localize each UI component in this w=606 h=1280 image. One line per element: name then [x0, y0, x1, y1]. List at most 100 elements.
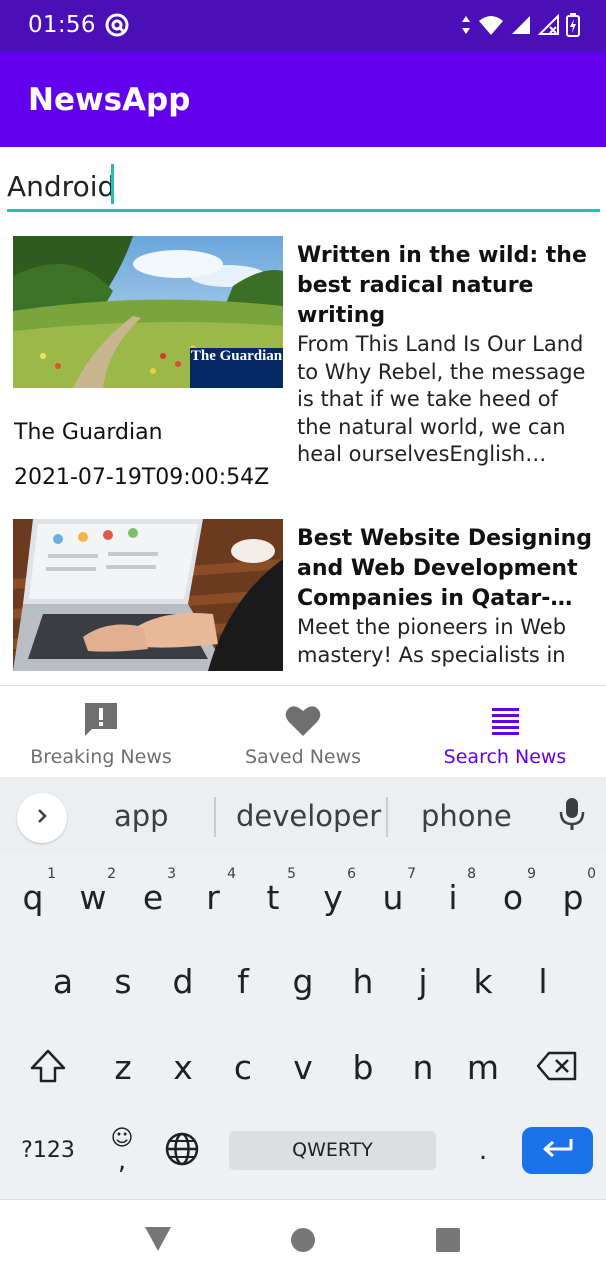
system-navigation-bar — [0, 1199, 606, 1280]
key-m[interactable]: m — [453, 1033, 513, 1103]
key-q[interactable]: q1 — [3, 863, 63, 933]
key-hint: 9 — [527, 866, 536, 882]
key-label: e — [142, 878, 164, 917]
key-label: z — [114, 1048, 132, 1087]
microphone-icon[interactable] — [558, 797, 586, 836]
list-icon — [485, 700, 525, 745]
search-input[interactable] — [7, 164, 567, 208]
search-field[interactable] — [7, 160, 600, 212]
key-e[interactable]: e3 — [123, 863, 183, 933]
key-t[interactable]: t5 — [243, 863, 303, 933]
key-label: y — [323, 878, 343, 917]
chevron-right-icon — [33, 807, 51, 830]
key-label: q — [22, 878, 44, 917]
article-source: The Guardian — [14, 420, 163, 445]
symbols-key[interactable]: ?123 — [10, 1127, 86, 1174]
space-key[interactable]: QWERTY — [229, 1131, 436, 1170]
nav-label: Saved News — [244, 746, 362, 768]
period-key[interactable]: . — [465, 1127, 501, 1174]
key-p[interactable]: p0 — [543, 863, 603, 933]
article-description: Meet the pioneers in Web mastery! As spe… — [297, 615, 567, 667]
article-image: The Guardian — [13, 236, 283, 388]
key-hint: 2 — [107, 866, 116, 882]
key-z[interactable]: z — [93, 1033, 153, 1103]
key-r[interactable]: r4 — [183, 863, 243, 933]
key-h[interactable]: h — [333, 947, 393, 1017]
article-title: Best Website Designing and Web Developme… — [297, 526, 593, 611]
key-a[interactable]: a — [33, 947, 93, 1017]
feedback-icon — [81, 700, 121, 745]
comma-label: , — [117, 1146, 127, 1176]
key-label: n — [412, 1048, 434, 1087]
key-label: t — [266, 878, 280, 917]
article-description: From This Land Is Our Land to Why Rebel,… — [297, 332, 586, 466]
svg-text:4: 4 — [494, 28, 499, 36]
key-hint: 1 — [47, 866, 56, 882]
key-hint: 7 — [407, 866, 416, 882]
key-hint: 3 — [167, 866, 176, 882]
vpn-icon — [104, 12, 130, 43]
key-c[interactable]: c — [213, 1033, 273, 1103]
key-v[interactable]: v — [273, 1033, 333, 1103]
key-label: i — [448, 878, 458, 917]
recents-icon[interactable] — [435, 1227, 461, 1258]
article-item[interactable]: Best Website Designing and Web Developme… — [0, 508, 606, 685]
divider — [386, 797, 388, 837]
key-i[interactable]: i8 — [423, 863, 483, 933]
key-l[interactable]: l — [513, 947, 573, 1017]
key-hint: 0 — [587, 866, 596, 882]
key-label: a — [52, 962, 74, 1001]
key-label: k — [473, 962, 493, 1001]
key-w[interactable]: w2 — [63, 863, 123, 933]
key-k[interactable]: k — [453, 947, 513, 1017]
key-f[interactable]: f — [213, 947, 273, 1017]
expand-toolbar-button[interactable] — [17, 793, 67, 843]
status-bar: 01:56 4 — [0, 0, 606, 52]
suggestion-word[interactable]: phone — [421, 799, 512, 833]
language-key[interactable] — [160, 1131, 204, 1171]
suggestion-word[interactable]: developer — [236, 799, 381, 833]
nav-saved-news[interactable]: Saved News — [202, 686, 404, 778]
signal-no-icon — [537, 13, 560, 41]
key-d[interactable]: d — [153, 947, 213, 1017]
key-hint: 5 — [287, 866, 296, 882]
key-b[interactable]: b — [333, 1033, 393, 1103]
article-image — [13, 519, 283, 671]
key-g[interactable]: g — [273, 947, 333, 1017]
key-s[interactable]: s — [93, 947, 153, 1017]
key-label: o — [502, 878, 524, 917]
key-label: p — [562, 878, 584, 917]
nav-label: Search News — [443, 746, 567, 768]
key-y[interactable]: y6 — [303, 863, 363, 933]
key-hint: 4 — [227, 866, 236, 882]
key-label: u — [382, 878, 404, 917]
key-j[interactable]: j — [393, 947, 453, 1017]
enter-icon — [541, 1137, 575, 1164]
key-o[interactable]: o9 — [483, 863, 543, 933]
backspace-key[interactable] — [527, 1033, 587, 1103]
key-label: s — [114, 962, 132, 1001]
home-icon[interactable] — [290, 1227, 316, 1258]
nav-search-news[interactable]: Search News — [404, 686, 606, 778]
shift-key[interactable] — [18, 1033, 78, 1103]
key-label: x — [173, 1048, 193, 1087]
article-date: 2021-07-19T09:00:54Z — [14, 465, 270, 490]
suggestion-bar: app developer phone — [0, 777, 606, 853]
article-item[interactable]: The Guardian The Guardian 2021-07-19T09:… — [0, 225, 606, 508]
key-hint: 8 — [467, 866, 476, 882]
nav-breaking-news[interactable]: Breaking News — [0, 686, 202, 778]
key-label: f — [237, 962, 249, 1001]
suggestion-word[interactable]: app — [114, 799, 169, 833]
battery-icon — [566, 13, 580, 42]
article-list[interactable]: The Guardian The Guardian 2021-07-19T09:… — [0, 225, 606, 685]
back-icon[interactable] — [143, 1225, 173, 1258]
key-n[interactable]: n — [393, 1033, 453, 1103]
key-label: d — [172, 962, 194, 1001]
key-x[interactable]: x — [153, 1033, 213, 1103]
key-label: v — [293, 1048, 313, 1087]
bottom-navigation: Breaking News Saved News Search News — [0, 685, 606, 777]
wifi-icon: 4 — [478, 14, 504, 41]
key-u[interactable]: u7 — [363, 863, 423, 933]
emoji-comma-key[interactable]: ☺ , — [100, 1122, 144, 1178]
enter-key[interactable] — [522, 1127, 593, 1174]
